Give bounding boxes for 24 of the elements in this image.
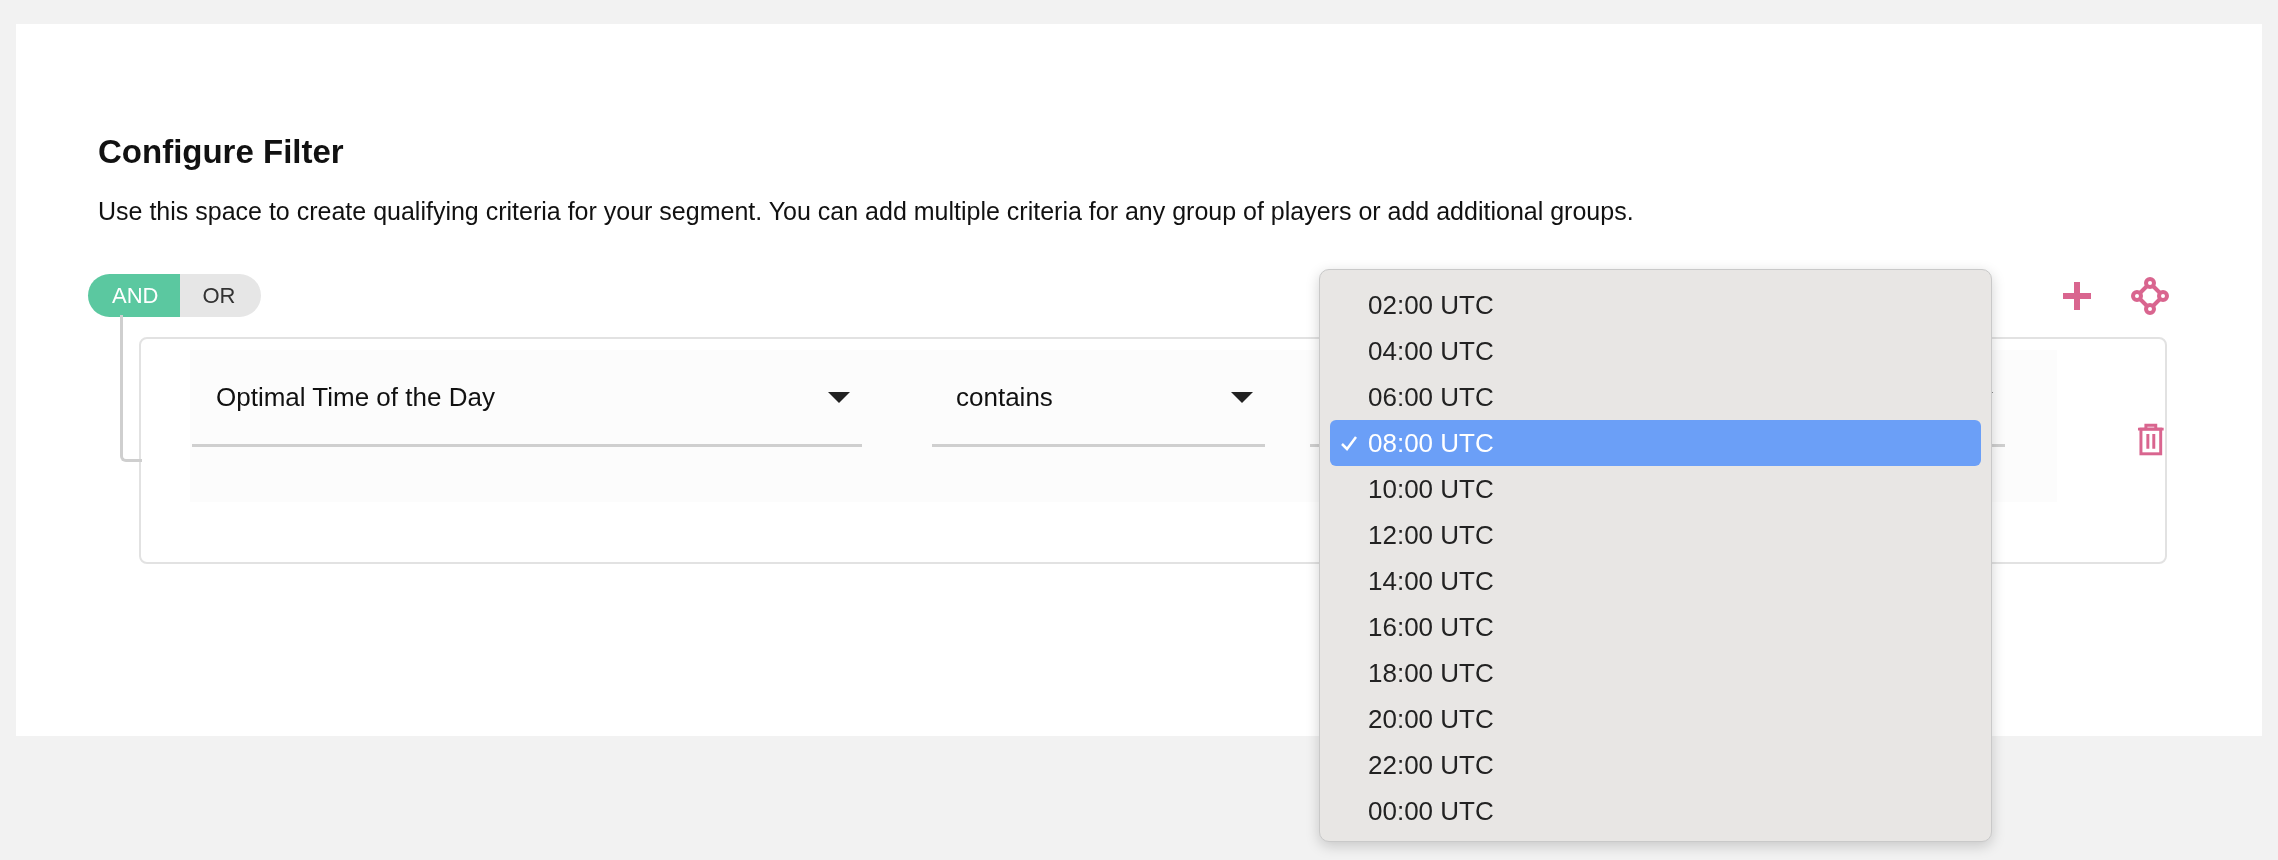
trash-icon[interactable] xyxy=(2137,422,2165,456)
plus-icon[interactable] xyxy=(2061,279,2093,312)
dropdown-option[interactable]: 16:00 UTC xyxy=(1330,604,1981,650)
select-value: contains xyxy=(956,381,1053,413)
dropdown-option[interactable]: 06:00 UTC xyxy=(1330,374,1981,420)
dropdown-option[interactable]: 20:00 UTC xyxy=(1330,696,1981,742)
dropdown-option[interactable]: 18:00 UTC xyxy=(1330,650,1981,696)
select-field[interactable]: Optimal Time of the Day xyxy=(192,350,862,447)
select-value: Optimal Time of the Day xyxy=(216,381,495,413)
dropdown-option[interactable]: 00:00 UTC xyxy=(1330,788,1981,834)
description-text: Use this space to create qualifying criteria for your segment. You can add multiple criteria for any group of players or add additional groups. xyxy=(98,196,1635,227)
network-icon[interactable] xyxy=(2131,276,2169,315)
page-title: Configure Filter xyxy=(98,132,345,172)
select-field[interactable]: contains xyxy=(932,350,1265,447)
dropdown-option[interactable]: 10:00 UTC xyxy=(1330,466,1981,512)
caret-icon xyxy=(828,391,850,403)
dropdown-option[interactable]: 12:00 UTC xyxy=(1330,512,1981,558)
checkmark-icon[interactable] xyxy=(1340,434,1358,452)
logic-toggle-option[interactable]: OR xyxy=(180,274,262,317)
dropdown-option[interactable]: 14:00 UTC xyxy=(1330,558,1981,604)
dropdown-option[interactable]: 22:00 UTC xyxy=(1330,742,1981,788)
dropdown-option[interactable]: 04:00 UTC xyxy=(1330,328,1981,374)
dropdown-option[interactable]: 02:00 UTC xyxy=(1330,282,1981,328)
caret-icon xyxy=(1231,391,1253,403)
